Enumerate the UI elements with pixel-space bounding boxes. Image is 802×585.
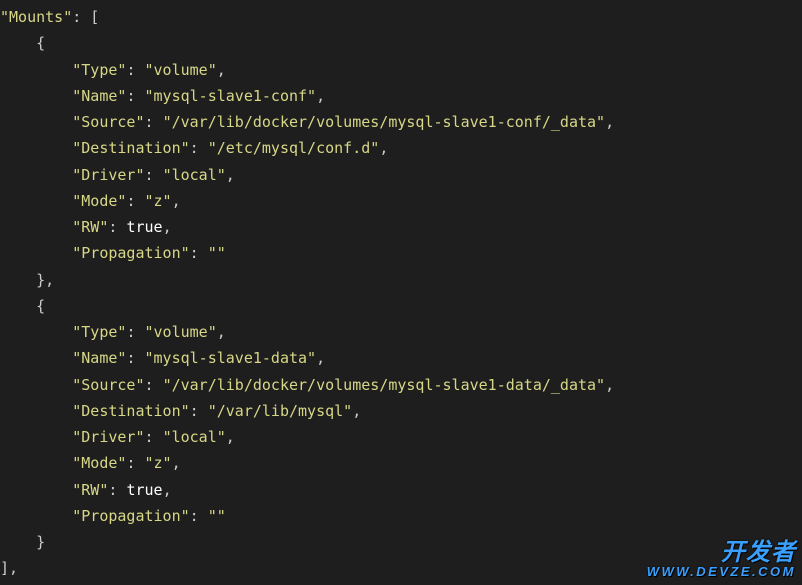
json-code-block: "Mounts": [ { "Type": "volume", "Name": … xyxy=(0,0,802,582)
